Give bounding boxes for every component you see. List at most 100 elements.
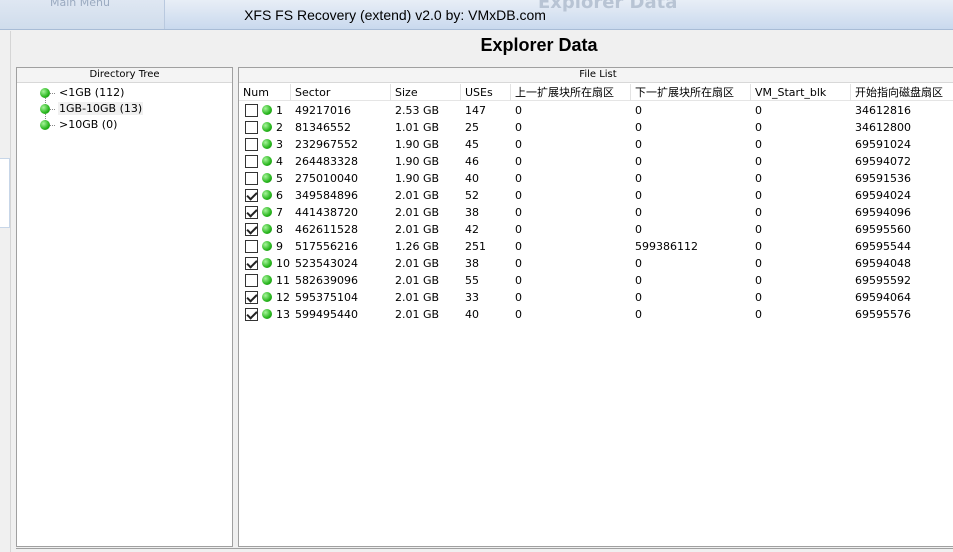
- row-checkbox[interactable]: [245, 274, 258, 287]
- cell-num: 13: [276, 308, 290, 321]
- table-body: 1 49217016 2.53 GB 147 0 0 0 34612816 2 81346552 1…: [239, 102, 953, 323]
- green-status-icon: [262, 224, 272, 234]
- table-row[interactable]: 7 441438720 2.01 GB 38 0 0 0 69594096: [239, 204, 953, 221]
- directory-tree-header: Directory Tree: [17, 68, 232, 83]
- cell-uses: 33: [465, 291, 479, 304]
- table-row[interactable]: 1 49217016 2.53 GB 147 0 0 0 34612816: [239, 102, 953, 119]
- col-header-start-sector[interactable]: 开始指向磁盘扇区: [851, 84, 953, 101]
- left-collapsed-panel: [0, 31, 11, 552]
- cell-size: 1.01 GB: [395, 121, 440, 134]
- cell-vm-start: 0: [755, 206, 762, 219]
- cell-vm-start: 0: [755, 172, 762, 185]
- col-header-sector[interactable]: Sector: [291, 84, 391, 101]
- col-header-prev-extent[interactable]: 上一扩展块所在扇区: [511, 84, 631, 101]
- cell-sector: 349584896: [295, 189, 358, 202]
- table-row[interactable]: 2 81346552 1.01 GB 25 0 0 0 34612800: [239, 119, 953, 136]
- col-header-num[interactable]: Num: [239, 84, 291, 101]
- cell-vm-start: 0: [755, 308, 762, 321]
- tree-item-large[interactable]: >10GB (0): [17, 117, 232, 133]
- cell-prev-extent: 0: [515, 223, 522, 236]
- row-checkbox[interactable]: [245, 155, 258, 168]
- cell-start-sector: 69594072: [855, 155, 911, 168]
- cell-vm-start: 0: [755, 121, 762, 134]
- cell-vm-start: 0: [755, 257, 762, 270]
- table-row[interactable]: 6 349584896 2.01 GB 52 0 0 0 69594024: [239, 187, 953, 204]
- row-checkbox[interactable]: [245, 291, 258, 304]
- cell-next-extent: 0: [635, 138, 642, 151]
- cell-start-sector: 69591024: [855, 138, 911, 151]
- cell-vm-start: 0: [755, 104, 762, 117]
- col-header-next-extent[interactable]: 下一扩展块所在扇区: [631, 84, 751, 101]
- left-stub-box[interactable]: [0, 158, 10, 228]
- cell-vm-start: 0: [755, 189, 762, 202]
- page-title: Explorer Data: [480, 35, 598, 55]
- green-status-icon: [40, 88, 50, 98]
- file-list-header: File List: [239, 68, 953, 83]
- green-status-icon: [262, 156, 272, 166]
- cell-next-extent: 0: [635, 274, 642, 287]
- green-status-icon: [40, 120, 50, 130]
- cell-sector: 599495440: [295, 308, 358, 321]
- cell-sector: 523543024: [295, 257, 358, 270]
- cell-num: 8: [276, 223, 283, 236]
- col-header-vm-start[interactable]: VM_Start_blk: [751, 84, 851, 101]
- row-checkbox[interactable]: [245, 206, 258, 219]
- tree-item-small[interactable]: <1GB (112): [17, 85, 232, 101]
- cell-size: 1.26 GB: [395, 240, 440, 253]
- cell-prev-extent: 0: [515, 206, 522, 219]
- cell-num: 5: [276, 172, 283, 185]
- table-row[interactable]: 3 232967552 1.90 GB 45 0 0 0 69591024: [239, 136, 953, 153]
- table-row[interactable]: 12 595375104 2.01 GB 33 0 0 0 69594064: [239, 289, 953, 306]
- table-row[interactable]: 9 517556216 1.26 GB 251 0 599386112 0 69595544: [239, 238, 953, 255]
- col-header-uses[interactable]: USEs: [461, 84, 511, 101]
- tree-item-medium[interactable]: 1GB-10GB (13): [17, 101, 232, 117]
- table-row[interactable]: 5 275010040 1.90 GB 40 0 0 0 69591536: [239, 170, 953, 187]
- cell-uses: 40: [465, 308, 479, 321]
- row-checkbox[interactable]: [245, 189, 258, 202]
- cell-start-sector: 69595544: [855, 240, 911, 253]
- table-row[interactable]: 11 582639096 2.01 GB 55 0 0 0 69595592: [239, 272, 953, 289]
- tree-item-label: <1GB (112): [59, 86, 125, 99]
- cell-uses: 46: [465, 155, 479, 168]
- cell-num: 9: [276, 240, 283, 253]
- cell-start-sector: 69591536: [855, 172, 911, 185]
- row-checkbox[interactable]: [245, 138, 258, 151]
- cell-next-extent: 0: [635, 206, 642, 219]
- table-row[interactable]: 13 599495440 2.01 GB 40 0 0 0 69595576: [239, 306, 953, 323]
- cell-uses: 38: [465, 257, 479, 270]
- cell-size: 2.53 GB: [395, 104, 440, 117]
- cell-num: 11: [276, 274, 290, 287]
- cell-start-sector: 34612800: [855, 121, 911, 134]
- cell-sector: 49217016: [295, 104, 351, 117]
- cell-size: 1.90 GB: [395, 155, 440, 168]
- cell-start-sector: 69595592: [855, 274, 911, 287]
- col-header-size[interactable]: Size: [391, 84, 461, 101]
- table-row[interactable]: 8 462611528 2.01 GB 42 0 0 0 69595560: [239, 221, 953, 238]
- cell-num: 3: [276, 138, 283, 151]
- cell-num: 12: [276, 291, 290, 304]
- bottom-border: [16, 548, 953, 552]
- cell-vm-start: 0: [755, 223, 762, 236]
- row-checkbox[interactable]: [245, 240, 258, 253]
- directory-tree-panel: Directory Tree <1GB (112) 1GB-10GB (13) …: [16, 67, 233, 547]
- row-checkbox[interactable]: [245, 223, 258, 236]
- tree-items: <1GB (112) 1GB-10GB (13) >10GB (0): [17, 83, 232, 133]
- table-row[interactable]: 10 523543024 2.01 GB 38 0 0 0 69594048: [239, 255, 953, 272]
- row-checkbox[interactable]: [245, 121, 258, 134]
- cell-vm-start: 0: [755, 138, 762, 151]
- row-checkbox[interactable]: [245, 257, 258, 270]
- cell-prev-extent: 0: [515, 240, 522, 253]
- cell-num: 2: [276, 121, 283, 134]
- green-status-icon: [262, 207, 272, 217]
- cell-vm-start: 0: [755, 240, 762, 253]
- cell-prev-extent: 0: [515, 121, 522, 134]
- cell-next-extent: 0: [635, 223, 642, 236]
- row-checkbox[interactable]: [245, 308, 258, 321]
- cell-num: 10: [276, 257, 290, 270]
- row-checkbox[interactable]: [245, 172, 258, 185]
- cell-sector: 462611528: [295, 223, 358, 236]
- row-checkbox[interactable]: [245, 104, 258, 117]
- table-row[interactable]: 4 264483328 1.90 GB 46 0 0 0 69594072: [239, 153, 953, 170]
- cell-uses: 52: [465, 189, 479, 202]
- green-status-icon: [262, 122, 272, 132]
